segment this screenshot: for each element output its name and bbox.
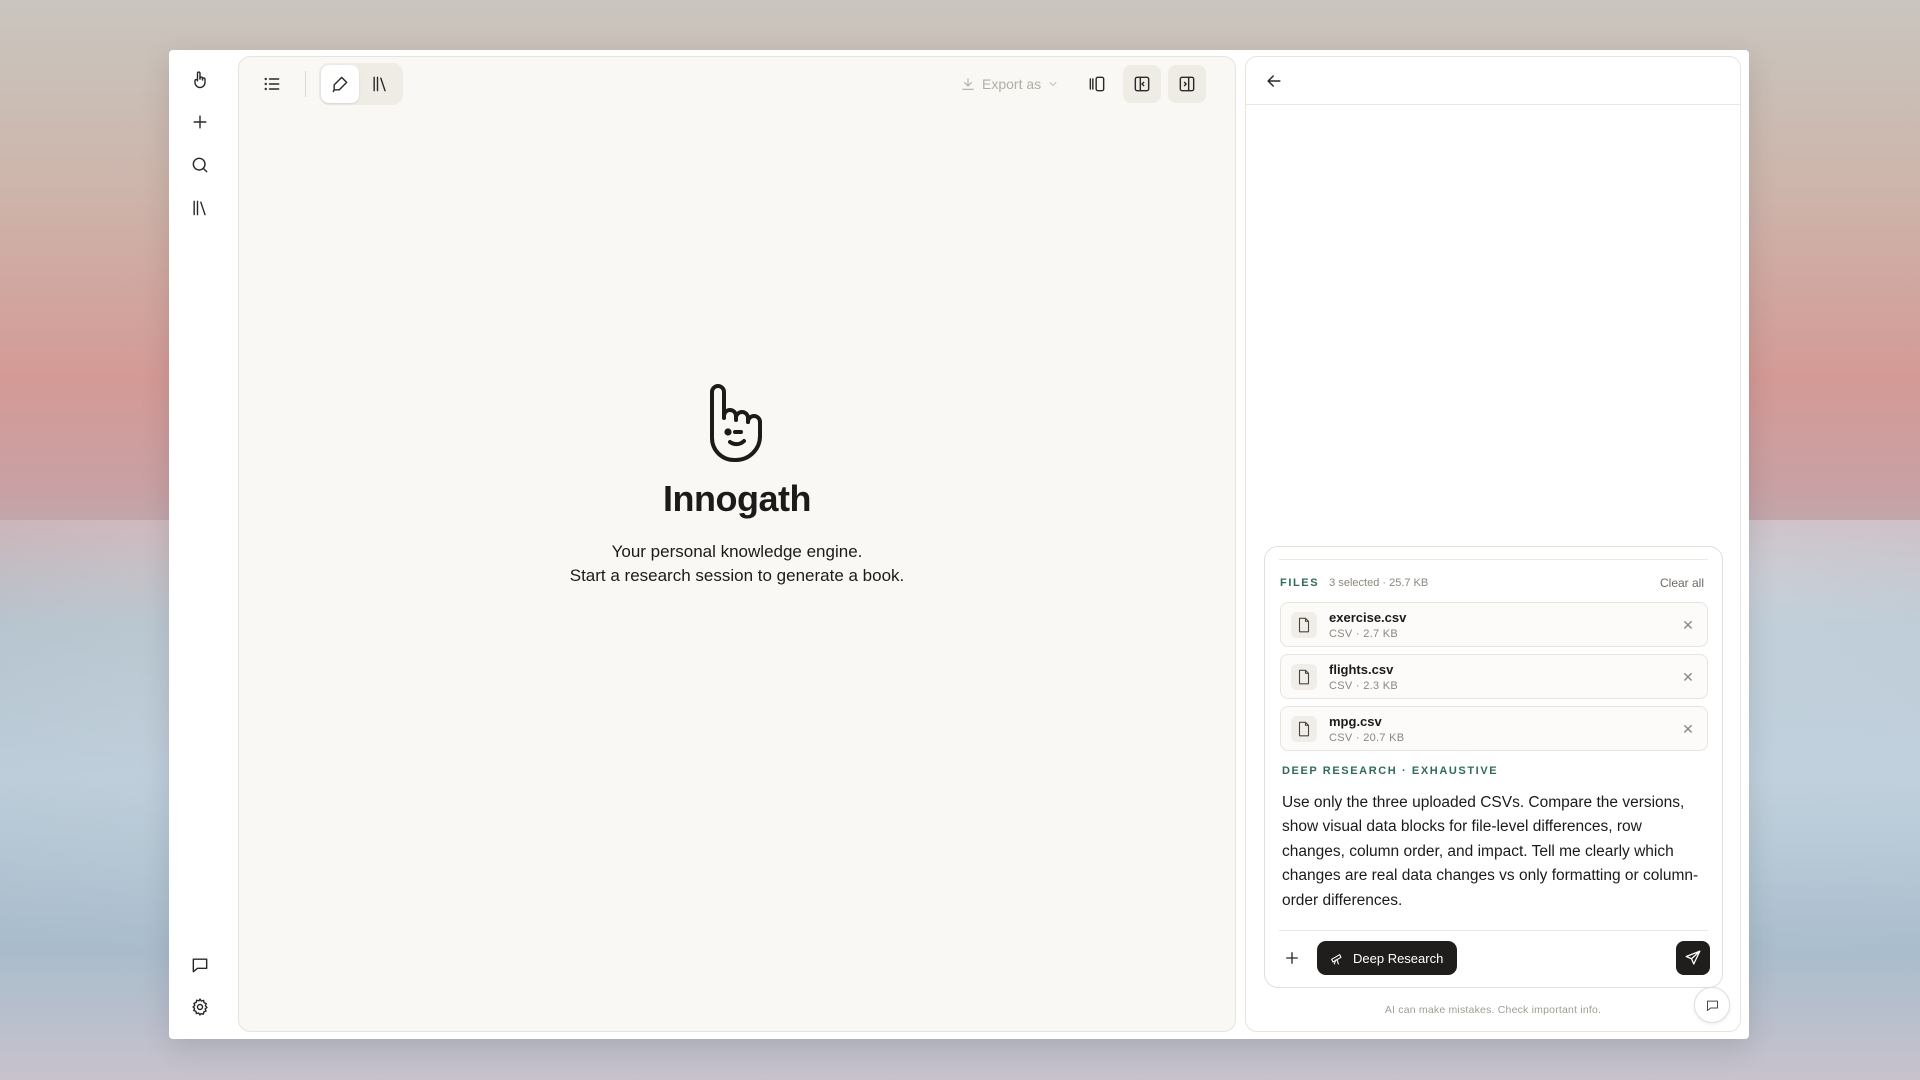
file-icon	[1291, 716, 1317, 742]
collapse-panel-button[interactable]	[1168, 65, 1206, 103]
export-dropdown[interactable]: Export as	[960, 71, 1059, 97]
deep-research-button[interactable]: Deep Research	[1317, 941, 1458, 975]
panel-header	[1246, 57, 1740, 105]
gear-icon	[192, 998, 208, 1016]
file-item: exercise.csv CSV · 2.7 KB ✕	[1280, 602, 1708, 647]
research-panel: FILES 3 selected · 25.7 KB Clear all exe…	[1245, 56, 1741, 1032]
prompt-input[interactable]: Use only the three uploaded CSVs. Compar…	[1282, 791, 1707, 913]
add-attachment-button[interactable]	[1279, 945, 1305, 971]
arrow-left-icon	[1267, 75, 1281, 87]
document-panel: Export as Innogath Your personal knowled…	[238, 56, 1236, 1032]
file-name: mpg.csv	[1329, 714, 1382, 729]
file-icon	[1291, 612, 1317, 638]
remove-file-button[interactable]: ✕	[1679, 616, 1697, 634]
feedback-button[interactable]	[1694, 987, 1730, 1023]
tagline-line-2: Start a research session to generate a b…	[569, 566, 905, 585]
files-header: FILES 3 selected · 25.7 KB Clear all	[1280, 575, 1704, 591]
plus-icon	[193, 115, 207, 129]
empty-state: Innogath Your personal knowledge engine.…	[239, 382, 1235, 588]
file-item: flights.csv CSV · 2.3 KB ✕	[1280, 654, 1708, 699]
list-icon	[264, 77, 280, 91]
app-window: Export as Innogath Your personal knowled…	[169, 50, 1749, 1039]
message-icon	[192, 958, 208, 973]
search-icon	[192, 157, 208, 173]
app-title: Innogath	[663, 478, 811, 519]
edit-mode-button[interactable]	[321, 65, 359, 103]
export-label: Export as	[982, 76, 1042, 92]
deep-research-label: Deep Research	[1353, 950, 1444, 966]
chevron-down-icon	[1049, 82, 1057, 86]
clear-all-button[interactable]: Clear all	[1660, 576, 1704, 590]
new-session-button[interactable]	[185, 107, 215, 137]
composer: FILES 3 selected · 25.7 KB Clear all exe…	[1264, 546, 1723, 988]
file-meta: CSV · 2.3 KB	[1329, 680, 1399, 692]
file-meta: CSV · 2.7 KB	[1329, 628, 1399, 640]
focus-view-button[interactable]	[1078, 65, 1116, 103]
send-button[interactable]	[1676, 941, 1710, 975]
left-rail	[169, 50, 237, 1039]
settings-button[interactable]	[185, 992, 215, 1022]
file-name: exercise.csv	[1329, 610, 1407, 625]
disclaimer: AI can make mistakes. Check important in…	[1384, 1004, 1602, 1016]
toolbar-divider	[305, 71, 306, 97]
download-icon	[962, 78, 974, 90]
send-icon	[1685, 950, 1701, 965]
remove-file-button[interactable]: ✕	[1679, 668, 1697, 686]
panel-collapse-icon	[1179, 76, 1195, 92]
divider	[1279, 930, 1708, 931]
library-icon	[193, 200, 206, 216]
search-button[interactable]	[185, 150, 215, 180]
files-label: FILES	[1280, 577, 1320, 589]
toggle-right-panel-button[interactable]	[1123, 65, 1161, 103]
files-summary: 3 selected · 25.7 KB	[1329, 577, 1429, 589]
panel-focus-icon	[1089, 76, 1105, 92]
view-toggle	[319, 63, 403, 105]
pen-icon	[332, 76, 348, 93]
plus-icon	[1286, 952, 1298, 964]
telescope-icon	[1331, 954, 1342, 965]
mode-label: DEEP RESEARCH · EXHAUSTIVE	[1282, 765, 1499, 777]
message-icon	[1706, 1000, 1718, 1011]
hand-logo-icon[interactable]	[185, 65, 215, 95]
hand-logo-icon	[702, 382, 772, 464]
library-mode-button[interactable]	[361, 65, 399, 103]
tagline-line-1: Your personal knowledge engine.	[611, 542, 863, 561]
divider	[1279, 559, 1708, 560]
file-icon	[1291, 664, 1317, 690]
library-button[interactable]	[185, 193, 215, 223]
outline-button[interactable]	[253, 65, 291, 103]
chat-button[interactable]	[185, 950, 215, 980]
remove-file-button[interactable]: ✕	[1679, 720, 1697, 738]
file-item: mpg.csv CSV · 20.7 KB ✕	[1280, 706, 1708, 751]
file-meta: CSV · 20.7 KB	[1329, 732, 1405, 744]
file-name: flights.csv	[1329, 662, 1394, 677]
library-icon	[373, 76, 386, 92]
back-button[interactable]	[1260, 67, 1288, 95]
panel-right-icon	[1134, 76, 1150, 92]
